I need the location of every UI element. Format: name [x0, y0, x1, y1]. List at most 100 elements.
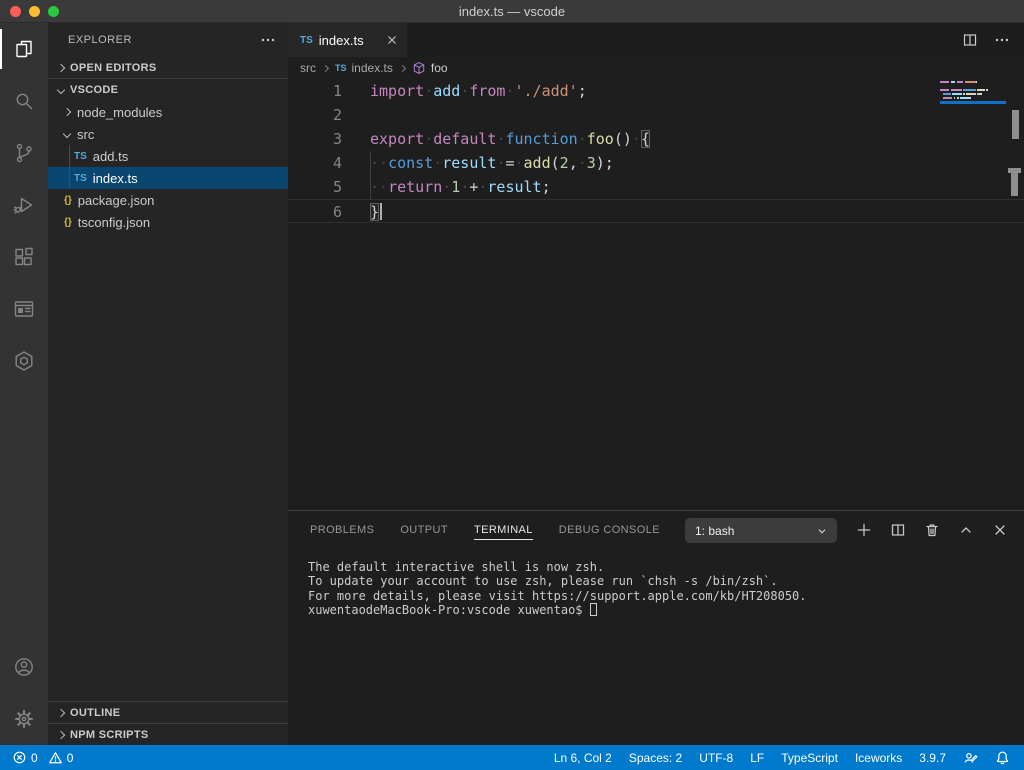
status-label: 0 — [31, 751, 38, 765]
code-line-3[interactable]: 3export·default·function·foo()·{ — [288, 127, 1024, 151]
line-content: ··return·1·+·result; — [370, 175, 551, 199]
minimap-line — [940, 93, 1006, 95]
code-token: ; — [542, 178, 551, 196]
panel-tab-terminal[interactable]: TERMINAL — [474, 520, 533, 540]
activity-item-extensions[interactable] — [0, 231, 48, 283]
file-tree: node_modulessrcTSadd.tsTSindex.ts{}packa… — [48, 101, 288, 233]
code-token: · — [460, 178, 469, 196]
line-number: 2 — [288, 103, 342, 127]
indent-guide — [69, 145, 70, 167]
activity-bar — [0, 23, 48, 745]
breadcrumb-item-foo[interactable]: foo — [412, 61, 448, 75]
panel-tab-debug-console[interactable]: DEBUG CONSOLE — [559, 520, 660, 540]
line-number: 3 — [288, 127, 342, 151]
code-token: } — [370, 203, 379, 221]
status-item-typescript[interactable]: TypeScript — [781, 751, 838, 765]
run-debug-icon — [12, 193, 36, 217]
code-token: · — [424, 82, 433, 100]
tab-index-ts[interactable]: TS index.ts — [288, 23, 407, 57]
code-token: add — [433, 82, 460, 100]
status-item-ln-6-col-2[interactable]: Ln 6, Col 2 — [554, 751, 612, 765]
split-editor-icon[interactable] — [962, 32, 978, 48]
tree-item-tsconfig.json[interactable]: {}tsconfig.json — [48, 211, 288, 233]
typescript-file-icon: TS — [300, 35, 313, 46]
tree-item-index.ts[interactable]: TSindex.ts — [48, 167, 288, 189]
panel-tab-problems[interactable]: PROBLEMS — [310, 520, 374, 540]
iceworks-icon — [12, 349, 36, 373]
chevron-right-icon — [57, 708, 65, 716]
code-token: const — [388, 154, 433, 172]
maximize-panel-icon[interactable] — [958, 522, 974, 538]
panel-tab-output[interactable]: OUTPUT — [400, 520, 448, 540]
window-title: index.ts — vscode — [0, 4, 1024, 19]
workspace-root-section[interactable]: VSCODE — [48, 79, 288, 101]
code-token: · — [578, 154, 587, 172]
new-terminal-icon[interactable] — [856, 522, 872, 538]
open-editors-label: OPEN EDITORS — [70, 62, 157, 74]
chevron-right-icon — [57, 63, 65, 71]
status-item-feedback[interactable] — [963, 750, 978, 765]
tree-item-src[interactable]: src — [48, 123, 288, 145]
line-content: import·add·from·'./add'; — [370, 79, 587, 103]
activity-item-explorer[interactable] — [0, 23, 48, 75]
status-item-utf-8[interactable]: UTF-8 — [699, 751, 733, 765]
code-token: · — [505, 82, 514, 100]
code-line-2[interactable]: 2 — [288, 103, 1024, 127]
activity-item-app-preview[interactable] — [0, 283, 48, 335]
close-panel-icon[interactable] — [992, 522, 1008, 538]
chevron-down-icon — [57, 86, 65, 94]
activity-item-settings[interactable] — [0, 693, 48, 745]
minimap-current-line — [940, 101, 1006, 104]
code-token: · — [460, 82, 469, 100]
terminal-picker[interactable]: 1: bash — [685, 518, 837, 543]
code-token: return — [388, 178, 442, 196]
breadcrumb-item-index.ts[interactable]: TSindex.ts — [335, 61, 393, 75]
status-item-warning[interactable]: 0 — [48, 750, 74, 765]
status-item-bell[interactable] — [995, 750, 1010, 765]
terminal-output[interactable]: The default interactive shell is now zsh… — [288, 549, 1024, 618]
code-line-5[interactable]: 5··return·1·+·result; — [288, 175, 1024, 199]
close-tab-icon[interactable] — [385, 33, 399, 47]
status-label: Iceworks — [855, 751, 902, 765]
activity-item-iceworks[interactable] — [0, 335, 48, 387]
activity-item-source-control[interactable] — [0, 127, 48, 179]
activity-item-accounts[interactable] — [0, 641, 48, 693]
status-label: 3.9.7 — [919, 751, 946, 765]
section-npm-scripts[interactable]: NPM SCRIPTS — [48, 723, 288, 745]
line-content: ··const·result·=·add(2,·3); — [370, 151, 614, 175]
minimap[interactable] — [940, 81, 1006, 105]
tree-item-label: index.ts — [93, 171, 138, 186]
accounts-icon — [12, 655, 36, 679]
kill-terminal-icon[interactable] — [924, 522, 940, 538]
line-number: 4 — [288, 151, 342, 175]
status-item-3-9-7[interactable]: 3.9.7 — [919, 751, 946, 765]
terminal-line: To update your account to use zsh, pleas… — [308, 574, 1024, 588]
code-line-4[interactable]: 4··const·result·=·add(2,·3); — [288, 151, 1024, 175]
tree-item-package.json[interactable]: {}package.json — [48, 189, 288, 211]
status-item-error[interactable]: 0 — [12, 750, 38, 765]
status-item-lf[interactable]: LF — [750, 751, 764, 765]
tree-item-add.ts[interactable]: TSadd.ts — [48, 145, 288, 167]
bell-icon — [995, 750, 1010, 765]
breadcrumb-label: foo — [431, 61, 448, 75]
chevron-down-icon — [815, 524, 829, 538]
code-editor[interactable]: 1import·add·from·'./add';23export·defaul… — [288, 79, 1024, 510]
code-line-1[interactable]: 1import·add·from·'./add'; — [288, 79, 1024, 103]
code-token: add — [524, 154, 551, 172]
status-item-spaces-2[interactable]: Spaces: 2 — [629, 751, 682, 765]
tree-item-node_modules[interactable]: node_modules — [48, 101, 288, 123]
section-outline[interactable]: OUTLINE — [48, 701, 288, 723]
status-item-iceworks[interactable]: Iceworks — [855, 751, 902, 765]
open-editors-section[interactable]: OPEN EDITORS — [48, 57, 288, 79]
activity-item-run-debug[interactable] — [0, 179, 48, 231]
breadcrumb-item-src[interactable]: src — [300, 61, 316, 75]
chevron-right-icon — [57, 730, 65, 738]
more-actions-icon[interactable] — [260, 32, 276, 48]
tab-bar: TS index.ts — [288, 23, 1024, 57]
more-actions-icon[interactable] — [994, 32, 1010, 48]
activity-item-search[interactable] — [0, 75, 48, 127]
bottom-panel: PROBLEMS OUTPUT TERMINAL DEBUG CONSOLE 1: b… — [288, 510, 1024, 745]
code-token: export — [370, 130, 424, 148]
code-line-6[interactable]: 6} — [288, 199, 1024, 223]
split-terminal-icon[interactable] — [890, 522, 906, 538]
